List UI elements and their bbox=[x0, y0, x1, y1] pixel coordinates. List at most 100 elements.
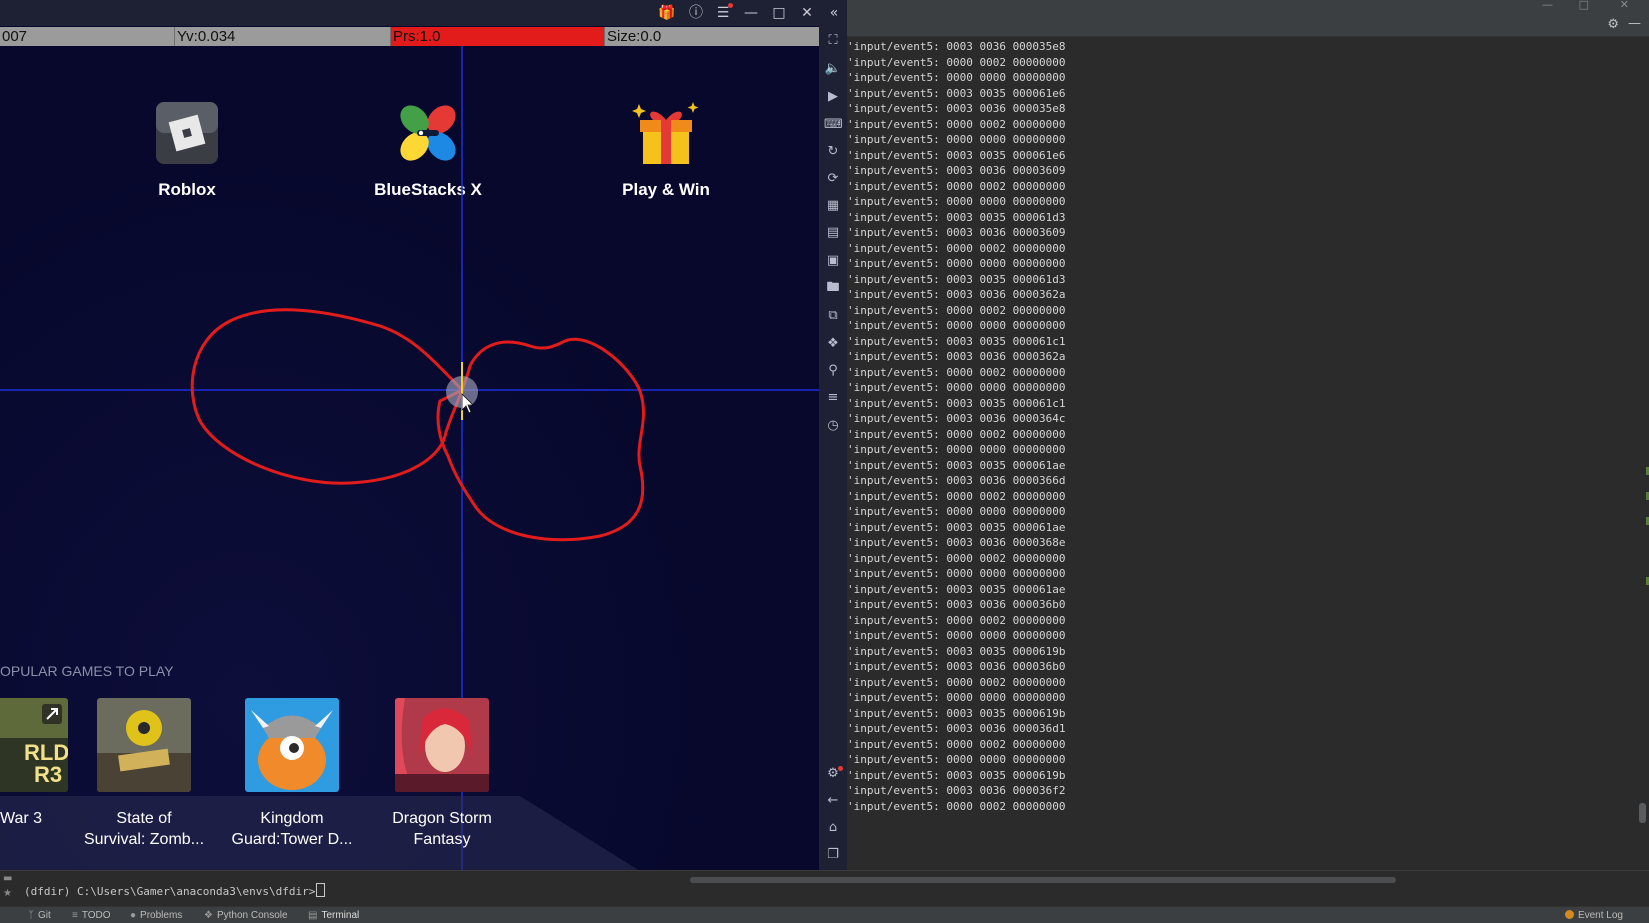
game-title-line1: War 3 bbox=[0, 810, 43, 827]
help-icon[interactable]: ⓘ bbox=[686, 3, 706, 23]
ide-titlebar: — □ ✕ bbox=[847, 0, 1649, 14]
log-line: 'input/event5: 0000 0000 00000000 bbox=[847, 753, 1066, 766]
scroll-thumb[interactable] bbox=[1639, 803, 1646, 823]
folder-icon[interactable]: 🖿 bbox=[824, 279, 842, 297]
log-line: 'input/event5: 0003 0036 000036d1 bbox=[847, 722, 1066, 735]
minimize-icon[interactable]: — bbox=[741, 3, 761, 23]
settings-badge bbox=[838, 766, 843, 771]
git-branch-icon: ᛉ bbox=[28, 910, 34, 921]
collapse-sidebar-icon[interactable]: « bbox=[824, 3, 844, 23]
log-line: 'input/event5: 0003 0036 00003609 bbox=[847, 226, 1066, 239]
rotate-icon[interactable]: ⟳ bbox=[824, 170, 842, 188]
game-title-line1: State of bbox=[116, 810, 172, 827]
tab-git[interactable]: ᛉ Git bbox=[28, 909, 51, 922]
hide-panel-icon[interactable]: — bbox=[1628, 16, 1641, 31]
tab-python-console[interactable]: ❖ Python Console bbox=[204, 909, 288, 922]
log-line: 'input/event5: 0003 0035 000061e6 bbox=[847, 148, 1066, 162]
horizontal-scrollbar[interactable] bbox=[690, 877, 1396, 883]
performance-icon[interactable]: ▦ bbox=[824, 197, 842, 215]
game-title-line2: Survival: Zomb... bbox=[83, 831, 205, 848]
log-line: 'input/event5: 0000 0000 00000000 bbox=[847, 381, 1066, 394]
list-icon: ≡ bbox=[72, 910, 78, 921]
gear-icon[interactable]: ⚙ bbox=[1607, 17, 1619, 32]
game-thumbnail: RLD R3 bbox=[0, 698, 68, 792]
star-icon[interactable]: ★ bbox=[3, 888, 19, 899]
log-line: 'input/event5: 0003 0036 000035e8 bbox=[847, 40, 1066, 53]
terminal-panel[interactable]: ▬ ★ (dfdir) C:\Users\Gamer\anaconda3\env… bbox=[0, 870, 1649, 907]
log-line: 'input/event5: 0003 0036 0000368e bbox=[847, 536, 1066, 549]
close-icon[interactable]: ✕ bbox=[797, 3, 817, 23]
screenshot-icon[interactable]: ▣ bbox=[824, 252, 842, 270]
tab-terminal[interactable]: ▤ Terminal bbox=[308, 909, 359, 922]
log-line: 'input/event5: 0000 0002 00000000 bbox=[847, 303, 1066, 317]
multi-instance-icon[interactable]: ⧉ bbox=[824, 307, 842, 325]
volume-icon[interactable]: 🔈 bbox=[824, 60, 842, 78]
terminal-prompt[interactable]: (dfdir) C:\Users\Gamer\anaconda3\envs\df… bbox=[24, 883, 326, 898]
log-line: 'input/event5: 0003 0035 000061d3 bbox=[847, 272, 1066, 286]
log-line: 'input/event5: 0000 0002 00000000 bbox=[847, 365, 1066, 379]
fullscreen-icon[interactable]: ⛶ bbox=[824, 32, 842, 50]
eco-mode-icon[interactable]: ❖ bbox=[824, 335, 842, 353]
home-icon[interactable]: ⌂ bbox=[824, 819, 842, 837]
macro-icon[interactable]: ↻ bbox=[824, 143, 842, 161]
log-line: 'input/event5: 0000 0002 00000000 bbox=[847, 737, 1066, 751]
log-line: 'input/event5: 0003 0035 000061e6 bbox=[847, 86, 1066, 100]
tab-label: Event Log bbox=[1577, 910, 1623, 921]
log-line: 'input/event5: 0003 0035 000061ae bbox=[847, 582, 1066, 596]
layers-icon[interactable]: ≡ bbox=[824, 389, 842, 407]
game-card[interactable]: Dragon Storm Fantasy bbox=[375, 698, 509, 850]
tool-window-bar: ᛉ Git ≡ TODO ● Problems ❖ Python Console ▤ Te… bbox=[0, 906, 1649, 923]
ide-close-icon[interactable]: ✕ bbox=[1620, 0, 1629, 11]
log-line: 'input/event5: 0000 0002 00000000 bbox=[847, 613, 1066, 627]
terminal-side-icons: ▬ ★ bbox=[3, 873, 19, 905]
tab-label: TODO bbox=[81, 910, 111, 921]
log-line: 'input/event5: 0003 0036 00003609 bbox=[847, 164, 1066, 177]
ide-console-toolbar: ⚙ — bbox=[847, 14, 1649, 37]
back-icon[interactable]: ← bbox=[824, 792, 842, 810]
log-line: 'input/event5: 0000 0000 00000000 bbox=[847, 505, 1066, 518]
recent-apps-icon[interactable]: ❐ bbox=[824, 846, 842, 864]
location-icon[interactable]: ⚲ bbox=[824, 362, 842, 380]
svg-text:R3: R3 bbox=[34, 762, 62, 787]
maximize-icon[interactable]: □ bbox=[769, 3, 789, 23]
log-line: 'input/event5: 0003 0035 0000619b bbox=[847, 706, 1066, 720]
terminal-new-tab-icon[interactable]: ▬ bbox=[3, 873, 19, 884]
log-line: 'input/event5: 0003 0036 0000362a bbox=[847, 350, 1066, 363]
game-thumbnail bbox=[245, 698, 339, 792]
sync-icon[interactable]: ◷ bbox=[824, 417, 842, 435]
tab-problems[interactable]: ● Problems bbox=[130, 909, 182, 922]
tab-label: Git bbox=[38, 910, 51, 921]
apk-icon[interactable]: ▤ bbox=[824, 224, 842, 242]
emulator-titlebar: 🎁 ⓘ ☰ — □ ✕ « bbox=[0, 0, 847, 26]
log-line: 'input/event5: 0003 0035 0000619b bbox=[847, 644, 1066, 658]
event-log-icon bbox=[1564, 910, 1574, 919]
android-home-screen[interactable]: Roblox BlueStacks X Play & Win OPULAR GA… bbox=[0, 46, 819, 870]
game-card[interactable]: Kingdom Guard:Tower D... bbox=[225, 698, 359, 850]
log-line: 'input/event5: 0000 0000 00000000 bbox=[847, 71, 1066, 84]
ide-maximize-icon[interactable]: □ bbox=[1579, 0, 1589, 11]
log-line: 'input/event5: 0000 0000 00000000 bbox=[847, 195, 1066, 208]
event-log-output: 'input/event5: 0003 0036 000035e8 'input/… bbox=[847, 39, 1066, 814]
log-line: 'input/event5: 0000 0002 00000000 bbox=[847, 117, 1066, 131]
ide-minimize-icon[interactable]: — bbox=[1542, 0, 1553, 11]
log-line: 'input/event5: 0000 0002 00000000 bbox=[847, 55, 1066, 69]
console-scrollbar[interactable] bbox=[1637, 37, 1649, 870]
text-cursor bbox=[316, 883, 326, 897]
log-line: 'input/event5: 0003 0035 000061c1 bbox=[847, 396, 1066, 410]
prompt-text: (dfdir) C:\Users\Gamer\anaconda3\envs\df… bbox=[24, 885, 316, 898]
log-line: 'input/event5: 0000 0000 00000000 bbox=[847, 133, 1066, 146]
notification-dot bbox=[728, 3, 733, 8]
game-card[interactable]: State of Survival: Zomb... bbox=[77, 698, 211, 850]
gift-icon[interactable]: 🎁 bbox=[657, 3, 677, 23]
log-line: 'input/event5: 0000 0000 00000000 bbox=[847, 629, 1066, 642]
tab-todo[interactable]: ≡ TODO bbox=[72, 909, 111, 922]
media-icon[interactable]: ▶ bbox=[824, 88, 842, 106]
tab-label: Problems bbox=[140, 910, 183, 921]
event-log-button[interactable]: Event Log bbox=[1564, 909, 1623, 922]
log-line: 'input/event5: 0003 0035 000061ae bbox=[847, 520, 1066, 534]
game-card[interactable]: RLD R3 War 3 bbox=[0, 698, 88, 829]
keyboard-icon[interactable]: ⌨ bbox=[824, 116, 843, 134]
log-line: 'input/event5: 0000 0002 00000000 bbox=[847, 427, 1066, 441]
console-output[interactable]: 'input/event5: 0003 0036 000035e8 'input/… bbox=[847, 37, 1637, 870]
log-line: 'input/event5: 0003 0036 0000366d bbox=[847, 474, 1066, 487]
